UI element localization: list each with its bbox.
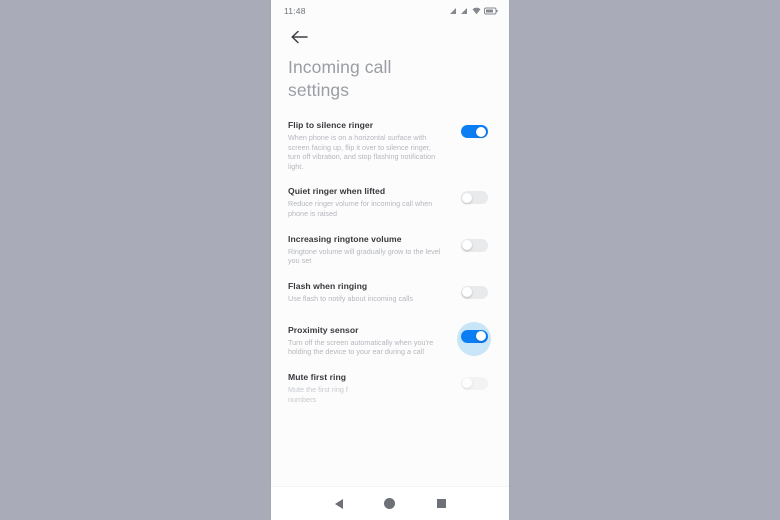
setting-texts: Flash when ringing Use flash to notify a… bbox=[288, 280, 451, 304]
toggle-switch[interactable] bbox=[460, 191, 488, 205]
setting-title: Flash when ringing bbox=[288, 280, 368, 291]
setting-title: Proximity sensor bbox=[288, 324, 359, 335]
setting-description: Ringtone volume will gradually grow to t… bbox=[288, 246, 441, 266]
toggle-knob bbox=[462, 287, 472, 298]
setting-title: Quiet ringer when lifted bbox=[288, 186, 386, 197]
phone-screen: 11:48 Incoming call settings Flip to sil… bbox=[271, 0, 509, 520]
setting-row[interactable]: Quiet ringer when lifted Reduce ringer v… bbox=[271, 185, 509, 218]
setting-texts: Mute first ring Mute the first ring f nu… bbox=[288, 371, 451, 404]
app-bar bbox=[271, 22, 509, 52]
status-time: 11:48 bbox=[284, 6, 306, 16]
setting-description: Mute the first ring f numbers bbox=[288, 384, 348, 404]
signal-icon bbox=[449, 8, 456, 14]
toggle-wrap bbox=[457, 322, 491, 357]
toggle-wrap bbox=[460, 238, 488, 252]
toggle-switch[interactable] bbox=[460, 285, 488, 299]
screenshot-stage: 11:48 Incoming call settings Flip to sil… bbox=[0, 0, 780, 520]
toggle-cell bbox=[451, 322, 497, 357]
setting-title: Mute first ring bbox=[288, 371, 347, 382]
content-fade-overlay bbox=[271, 456, 509, 486]
setting-row[interactable]: Flash when ringing Use flash to notify a… bbox=[271, 280, 509, 310]
setting-description: When phone is on a horizontal surface wi… bbox=[288, 133, 436, 171]
setting-row[interactable]: Increasing ringtone volume Ringtone volu… bbox=[271, 233, 509, 266]
setting-description: Reduce ringer volume for incoming call w… bbox=[288, 199, 433, 218]
toggle-cell bbox=[451, 185, 497, 205]
toggle-wrap bbox=[460, 285, 488, 299]
setting-title: Increasing ringtone volume bbox=[288, 233, 402, 244]
back-arrow-icon[interactable] bbox=[288, 26, 310, 48]
page-title: Incoming call settings bbox=[288, 57, 392, 100]
setting-texts: Proximity sensor Turn off the screen aut… bbox=[288, 324, 451, 357]
toggle-switch[interactable] bbox=[460, 125, 488, 138]
toggle-knob bbox=[476, 331, 486, 342]
toggle-switch[interactable] bbox=[460, 238, 488, 252]
toggle-switch[interactable] bbox=[460, 376, 488, 390]
toggle-wrap bbox=[460, 125, 488, 138]
toggle-switch[interactable] bbox=[460, 329, 488, 343]
toggle-wrap bbox=[460, 191, 488, 205]
wifi-icon bbox=[472, 7, 480, 15]
screen-content: 11:48 Incoming call settings Flip to sil… bbox=[271, 0, 509, 486]
toggle-cell bbox=[451, 119, 497, 138]
setting-row[interactable]: Mute first ring Mute the first ring f nu… bbox=[271, 371, 509, 404]
signal-icon bbox=[461, 8, 467, 14]
setting-row[interactable]: Proximity sensor Turn off the screen aut… bbox=[271, 322, 509, 357]
setting-texts: Quiet ringer when lifted Reduce ringer v… bbox=[288, 185, 451, 218]
status-icons bbox=[449, 7, 499, 15]
toggle-knob bbox=[462, 192, 472, 203]
status-bar: 11:48 bbox=[271, 0, 509, 22]
toggle-cell bbox=[451, 233, 497, 252]
setting-row[interactable]: Flip to silence ringer When phone is on … bbox=[271, 119, 509, 171]
setting-description: Use flash to notify about incoming calls bbox=[288, 293, 414, 303]
settings-list: Flip to silence ringer When phone is on … bbox=[271, 119, 509, 404]
toggle-knob bbox=[462, 378, 472, 389]
setting-texts: Flip to silence ringer When phone is on … bbox=[288, 119, 451, 171]
nav-recents-icon[interactable] bbox=[428, 491, 454, 517]
nav-home-icon[interactable] bbox=[377, 491, 403, 517]
navigation-bar bbox=[271, 486, 509, 520]
toggle-cell bbox=[451, 280, 497, 299]
toggle-cell bbox=[451, 371, 497, 390]
setting-title: Flip to silence ringer bbox=[288, 120, 374, 130]
nav-back-icon[interactable] bbox=[326, 491, 352, 517]
toggle-wrap bbox=[460, 376, 488, 390]
toggle-knob bbox=[462, 240, 472, 251]
setting-texts: Increasing ringtone volume Ringtone volu… bbox=[288, 233, 451, 266]
setting-description: Turn off the screen automatically when y… bbox=[288, 337, 434, 357]
toggle-knob bbox=[476, 126, 486, 137]
battery-icon bbox=[484, 7, 498, 15]
